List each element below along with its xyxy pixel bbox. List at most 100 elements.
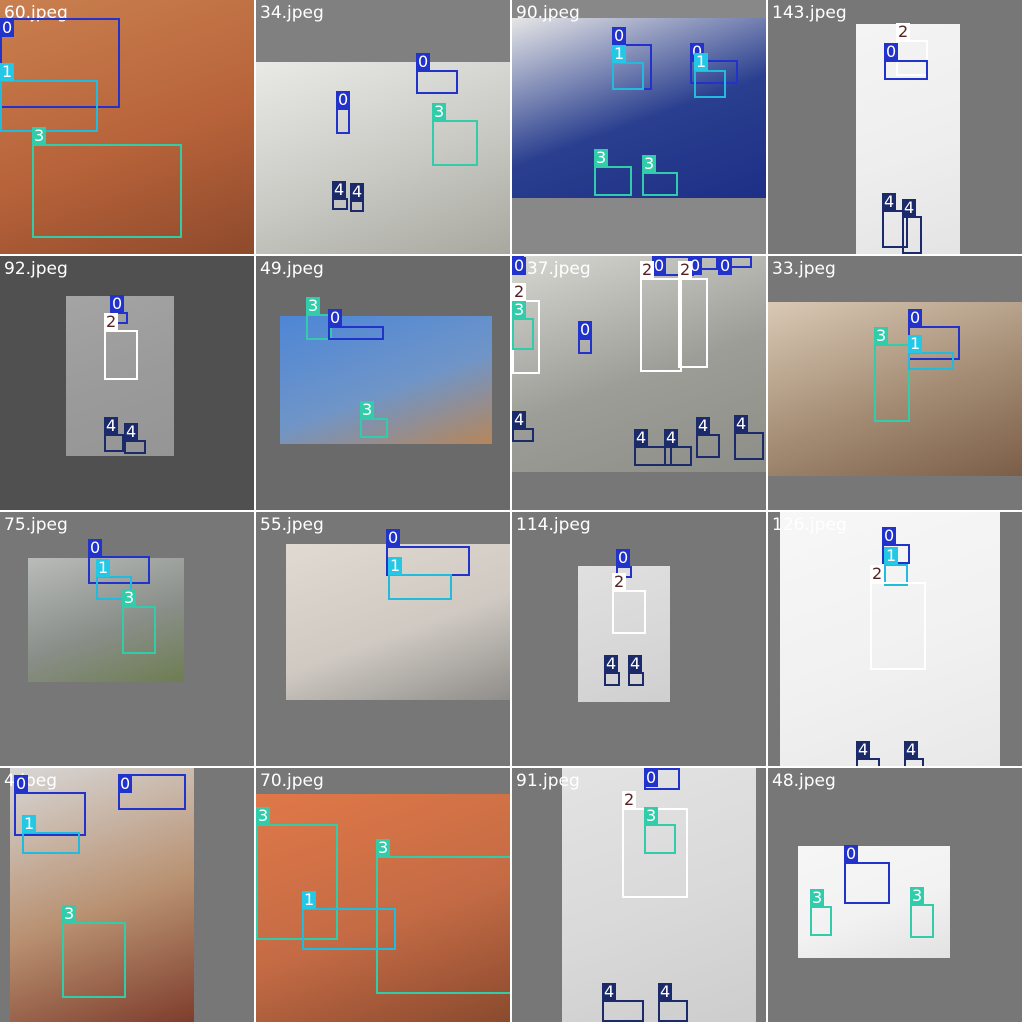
tile-filename: 75.jpeg: [4, 515, 68, 535]
detection-box: 4: [658, 983, 688, 1022]
detection-box: 0: [718, 256, 752, 275]
detection-class-label: 4: [904, 740, 919, 759]
detection-class-label: 0: [118, 774, 133, 793]
detection-class-label: 0: [14, 774, 29, 793]
tile: 114.jpeg 0 2 4 4: [512, 512, 766, 766]
detection-box: 2: [678, 261, 708, 368]
detection-box: 0: [336, 91, 351, 134]
detection-box: 1: [0, 63, 98, 132]
detection-class-label: 1: [884, 546, 899, 565]
tile-filename: 90.jpeg: [516, 3, 580, 23]
detection-class-label: 4: [104, 416, 119, 435]
detection-box: 4: [332, 181, 348, 210]
detection-class-label: 4: [628, 654, 643, 673]
tile: 143.jpeg 2 0 4 4: [768, 0, 1022, 254]
detection-box: 4: [696, 417, 720, 458]
detection-box: 3: [122, 589, 156, 654]
detection-class-label: 4: [664, 428, 679, 447]
detection-class-label: 3: [306, 296, 321, 315]
detection-box: 1: [612, 45, 644, 90]
detection-class-label: 0: [612, 26, 627, 45]
detection-class-label: 3: [874, 326, 889, 345]
detection-class-label: 0: [844, 844, 859, 863]
detection-box: 1: [388, 557, 452, 600]
detection-class-label: 0: [578, 320, 593, 339]
detection-box: 4: [104, 417, 124, 452]
detection-class-label: 3: [642, 154, 657, 173]
detection-box: 0: [578, 321, 593, 354]
detection-class-label: 0: [644, 768, 659, 787]
tile-filename: 137.jpeg: [516, 259, 591, 279]
detection-box: 4: [628, 655, 644, 686]
detection-box: 3: [644, 807, 676, 854]
detection-box: 0: [512, 256, 527, 275]
detection-class-label: 3: [360, 400, 375, 419]
detection-class-label: 0: [386, 528, 401, 547]
tile-filename: 114.jpeg: [516, 515, 591, 535]
tile: 48.jpeg 0 3 3: [768, 768, 1022, 1022]
tile-filename: 49.jpeg: [260, 259, 324, 279]
detection-class-label: 1: [96, 558, 111, 577]
detection-box: 0: [884, 43, 928, 80]
detection-class-label: 1: [388, 556, 403, 575]
detection-class-label: 0: [110, 294, 125, 313]
detection-class-label: 1: [612, 44, 627, 63]
detection-class-label: 0: [718, 256, 733, 275]
detection-class-label: 1: [302, 890, 317, 909]
detection-box: 3: [512, 301, 534, 350]
detection-box: 4: [902, 199, 922, 254]
tile-filename: 48.jpeg: [772, 771, 836, 791]
tile: 55.jpeg 0 1: [256, 512, 510, 766]
tile: 137.jpeg 0 2 3 0 0 2 0 2 0 4 4 4 4 4: [512, 256, 766, 510]
detection-box: 0: [416, 53, 458, 94]
detection-class-label: 3: [32, 126, 47, 145]
detection-class-label: 4: [124, 422, 139, 441]
detection-class-label: 4: [512, 410, 527, 429]
tile: 126.jpeg 0 1 2 4 4: [768, 512, 1022, 766]
detection-class-label: 0: [908, 308, 923, 327]
tile: 49.jpeg 3 0 3: [256, 256, 510, 510]
detection-class-label: 0: [416, 52, 431, 71]
detection-class-label: 0: [336, 90, 351, 109]
detection-box: 4: [124, 423, 146, 454]
detection-class-label: 2: [870, 564, 885, 583]
detection-box: 0: [118, 774, 186, 810]
tile-filename: 143.jpeg: [772, 3, 847, 23]
detection-class-label: 4: [696, 416, 711, 435]
detection-mosaic: 60.jpeg 0 1 3 34.jpeg 0 0 3 4 4 90.jpeg 0 0 1 1 3 3 143.j…: [0, 0, 1024, 1024]
detection-class-label: 0: [616, 548, 631, 567]
detection-class-label: 1: [908, 334, 923, 353]
detection-class-label: 4: [604, 654, 619, 673]
detection-class-label: 2: [640, 260, 655, 279]
tile-filename: 4.jpeg: [4, 771, 57, 791]
detection-class-label: 3: [810, 888, 825, 907]
detection-class-label: 4: [602, 982, 617, 1001]
detection-box: 3: [874, 327, 910, 422]
detection-box: 2: [870, 565, 926, 670]
detection-class-label: 1: [0, 62, 15, 81]
tile-filename: 92.jpeg: [4, 259, 68, 279]
detection-box: 4: [734, 415, 764, 460]
detection-box: 3: [432, 103, 478, 166]
detection-class-label: 4: [634, 428, 649, 447]
tile-filename: 91.jpeg: [516, 771, 580, 791]
detection-box: 2: [612, 573, 646, 634]
tile: 60.jpeg 0 1 3: [0, 0, 254, 254]
tile: 92.jpeg 0 2 4 4: [0, 256, 254, 510]
tile: 75.jpeg 0 1 3: [0, 512, 254, 766]
detection-box: 3: [376, 839, 510, 994]
detection-box: 0: [644, 768, 680, 790]
detection-box: 4: [350, 183, 365, 212]
detection-class-label: 3: [122, 588, 137, 607]
detection-class-label: 3: [644, 806, 659, 825]
detection-class-label: 4: [332, 180, 347, 199]
detection-box: 0: [328, 309, 384, 340]
tile: 33.jpeg 0 3 1: [768, 256, 1022, 510]
detection-box: 4: [604, 655, 620, 686]
detection-class-label: 3: [512, 300, 527, 319]
detection-class-label: 3: [910, 886, 925, 905]
detection-class-label: 4: [882, 192, 897, 211]
detection-class-label: 0: [512, 256, 527, 275]
detection-class-label: 4: [350, 182, 365, 201]
detection-class-label: 0: [882, 526, 897, 545]
